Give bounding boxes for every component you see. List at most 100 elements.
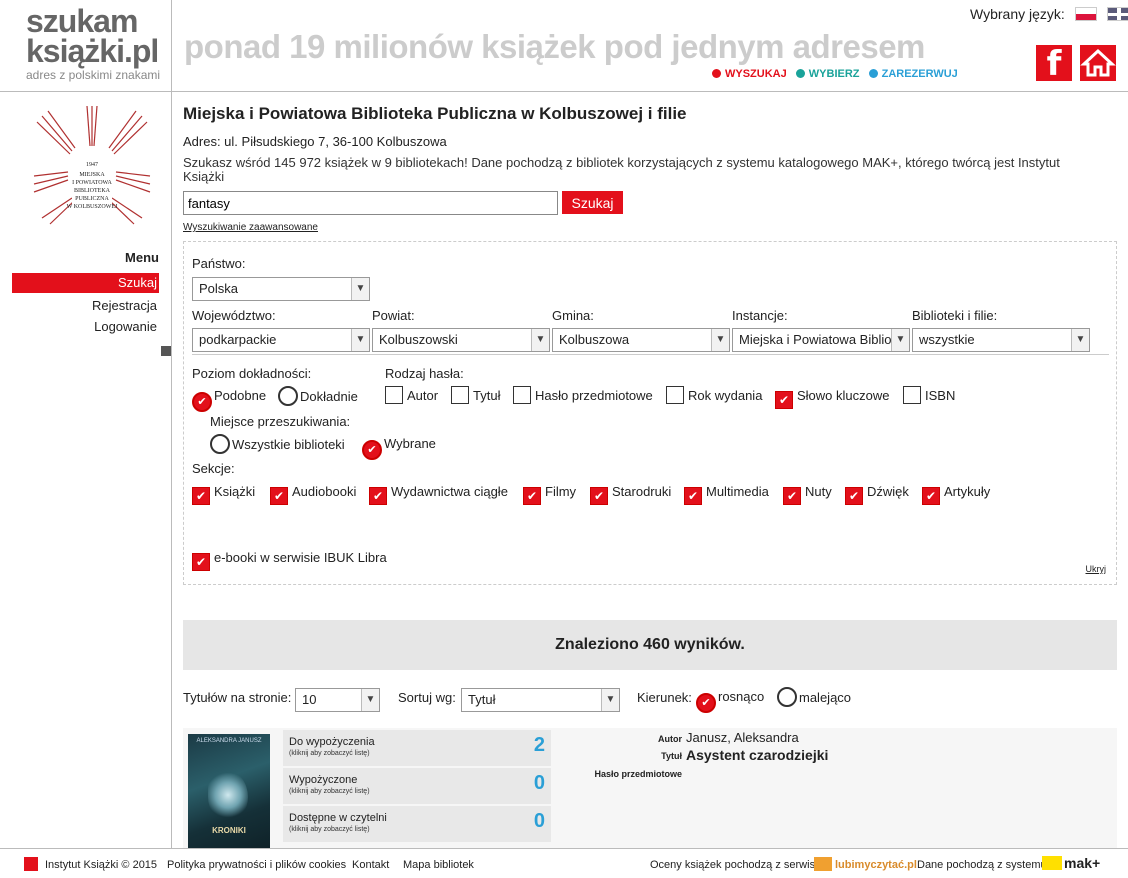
availability-hint: (kliknij aby zobaczyć listę) — [289, 788, 370, 795]
checkbox-icon — [451, 386, 469, 404]
instance-label: Instancje: — [732, 308, 788, 323]
country-select[interactable]: Polska ▼ — [192, 277, 370, 301]
section-multimedia[interactable]: ✔ Multimedia — [684, 482, 769, 505]
ratings-text: Oceny książek pochodzą z serwisu — [650, 859, 822, 871]
author-label: Autor — [658, 734, 682, 744]
mak-text: mak+ — [1064, 855, 1101, 871]
checkbox-checked-icon: ✔ — [523, 487, 541, 505]
checkbox-icon — [903, 386, 921, 404]
keyword-year[interactable]: Rok wydania — [666, 386, 762, 406]
precision-label: Poziom dokładności: — [192, 366, 312, 381]
polish-flag-icon[interactable] — [1074, 7, 1097, 21]
section-articles[interactable]: ✔ Artykuły — [922, 482, 990, 505]
country-label: Państwo: — [192, 256, 246, 271]
section-sound[interactable]: ✔ Dźwięk — [845, 482, 909, 505]
sort-controls: Tytułów na stronie: 10 ▼ Sortuj wg: Tytuł… — [183, 686, 1117, 713]
direction-descending[interactable]: malejąco — [777, 687, 851, 707]
menu-item-login[interactable]: Logowanie — [12, 317, 159, 337]
ebooks-checkbox[interactable]: ✔ e-booki w serwisie IBUK Libra — [192, 548, 387, 571]
footer-link-contact[interactable]: Kontakt — [352, 859, 389, 871]
sort-value: Tytuł — [468, 692, 496, 707]
sort-label: Sortuj wg: — [398, 690, 456, 705]
copyright: Instytut Książki © 2015 — [45, 859, 158, 871]
checkbox-icon — [385, 386, 403, 404]
logo-subtitle: adres z polskimi znakami — [26, 68, 161, 82]
site-logo[interactable]: szukam książki.pl adres z polskimi znaka… — [0, 0, 172, 92]
chevron-down-icon: ▼ — [891, 329, 909, 351]
instance-select[interactable]: Miejska i Powiatowa Bibliot ▼ — [732, 328, 910, 352]
step-search: WYSZUKAJ — [712, 68, 787, 80]
dot-icon — [795, 69, 805, 78]
direction-ascending[interactable]: ✔ rosnąco — [696, 687, 764, 713]
libraries-value: wszystkie — [919, 332, 975, 347]
per-page-label: Tytułów na stronie: — [183, 690, 292, 705]
voivodeship-value: podkarpackie — [199, 332, 277, 347]
lubimyczytac-logo[interactable]: lubimyczytać.pl — [814, 857, 917, 873]
place-selected[interactable]: ✔ Wybrane — [362, 434, 436, 460]
filters-panel: Państwo: Polska ▼ Województwo: podkarpack… — [183, 241, 1117, 585]
hide-filters-link[interactable]: Ukryj — [1086, 564, 1107, 574]
commune-select[interactable]: Kolbuszowa ▼ — [552, 328, 730, 352]
footer-link-map[interactable]: Mapa bibliotek — [403, 859, 474, 871]
mak-icon — [1042, 856, 1062, 870]
subject-label: Hasło przedmiotowe — [594, 769, 682, 779]
keyword-subject[interactable]: Hasło przedmiotowe — [513, 386, 653, 406]
section-audiobooks[interactable]: ✔ Audiobooki — [270, 482, 356, 505]
home-icon[interactable] — [1080, 45, 1116, 81]
keyword-keyword[interactable]: ✔ Słowo kluczowe — [775, 386, 890, 409]
county-select[interactable]: Kolbuszowski ▼ — [372, 328, 550, 352]
english-flag-icon[interactable] — [1106, 7, 1128, 21]
mak-logo[interactable]: mak+ — [1042, 855, 1100, 873]
keyword-author[interactable]: Autor — [385, 386, 438, 406]
home-glyph — [1080, 48, 1116, 77]
section-films[interactable]: ✔ Filmy — [523, 482, 576, 505]
section-old-prints[interactable]: ✔ Starodruki — [590, 482, 671, 505]
record-title[interactable]: Asystent czarodziejki — [686, 747, 828, 763]
facebook-icon[interactable]: f — [1036, 45, 1072, 83]
search-button[interactable]: Szukaj — [562, 191, 623, 214]
sort-select[interactable]: Tytuł ▼ — [461, 688, 620, 712]
advanced-search-link[interactable]: Wyszukiwanie zaawansowane — [183, 222, 318, 233]
instytut-ksiazki-icon — [24, 857, 38, 871]
footer-link-privacy[interactable]: Polityka prywatności i plików cookies — [167, 859, 346, 871]
keyword-isbn[interactable]: ISBN — [903, 386, 955, 406]
keyword-title[interactable]: Tytuł — [451, 386, 500, 406]
book-cover[interactable]: ALEKSANDRA JANUSZ KRONIKI — [188, 734, 270, 848]
cover-author: ALEKSANDRA JANUSZ — [196, 738, 262, 744]
sidebar-toggle[interactable] — [161, 346, 171, 356]
checkbox-checked-icon: ✔ — [192, 487, 210, 505]
place-all[interactable]: Wszystkie biblioteki — [210, 434, 345, 454]
cover-art — [208, 770, 248, 820]
checkbox-checked-icon: ✔ — [270, 487, 288, 505]
menu-item-search[interactable]: Szukaj — [12, 273, 159, 293]
chevron-down-icon: ▼ — [1071, 329, 1089, 351]
search-input[interactable] — [183, 191, 558, 215]
radio-icon — [777, 687, 797, 707]
record-author[interactable]: Janusz, Aleksandra — [686, 730, 799, 745]
checkbox-checked-icon: ✔ — [783, 487, 801, 505]
availability-reading-room[interactable]: Dostępne w czytelni (kliknij aby zobaczy… — [283, 806, 551, 842]
commune-label: Gmina: — [552, 308, 594, 323]
per-page-select[interactable]: 10 ▼ — [295, 688, 380, 712]
svg-text:I POWIATOWA: I POWIATOWA — [72, 180, 112, 186]
footer: Instytut Książki © 2015 Polityka prywatn… — [0, 848, 1128, 878]
result-record: ALEKSANDRA JANUSZ KRONIKI Do wypożyczeni… — [183, 728, 1117, 848]
voivodeship-select[interactable]: podkarpackie ▼ — [192, 328, 370, 352]
radio-checked-icon: ✔ — [192, 392, 212, 412]
precision-exact[interactable]: Dokładnie — [278, 386, 358, 406]
section-periodicals[interactable]: ✔ Wydawnictwa ciągłe — [369, 482, 508, 505]
county-label: Powiat: — [372, 308, 415, 323]
availability-label: Wypożyczone — [289, 774, 358, 786]
chevron-down-icon: ▼ — [601, 689, 619, 711]
libraries-select[interactable]: wszystkie ▼ — [912, 328, 1090, 352]
step-reserve: ZAREZERWUJ — [868, 68, 958, 80]
availability-count: 2 — [533, 734, 545, 756]
menu-item-register[interactable]: Rejestracja — [12, 296, 159, 316]
checkbox-icon — [513, 386, 531, 404]
checkbox-checked-icon: ✔ — [369, 487, 387, 505]
precision-similar[interactable]: ✔ Podobne — [192, 386, 266, 412]
availability-borrowed[interactable]: Wypożyczone (kliknij aby zobaczyć listę)… — [283, 768, 551, 804]
section-music-scores[interactable]: ✔ Nuty — [783, 482, 832, 505]
section-books[interactable]: ✔ Książki — [192, 482, 255, 505]
availability-loan[interactable]: Do wypożyczenia (kliknij aby zobaczyć li… — [283, 730, 551, 766]
